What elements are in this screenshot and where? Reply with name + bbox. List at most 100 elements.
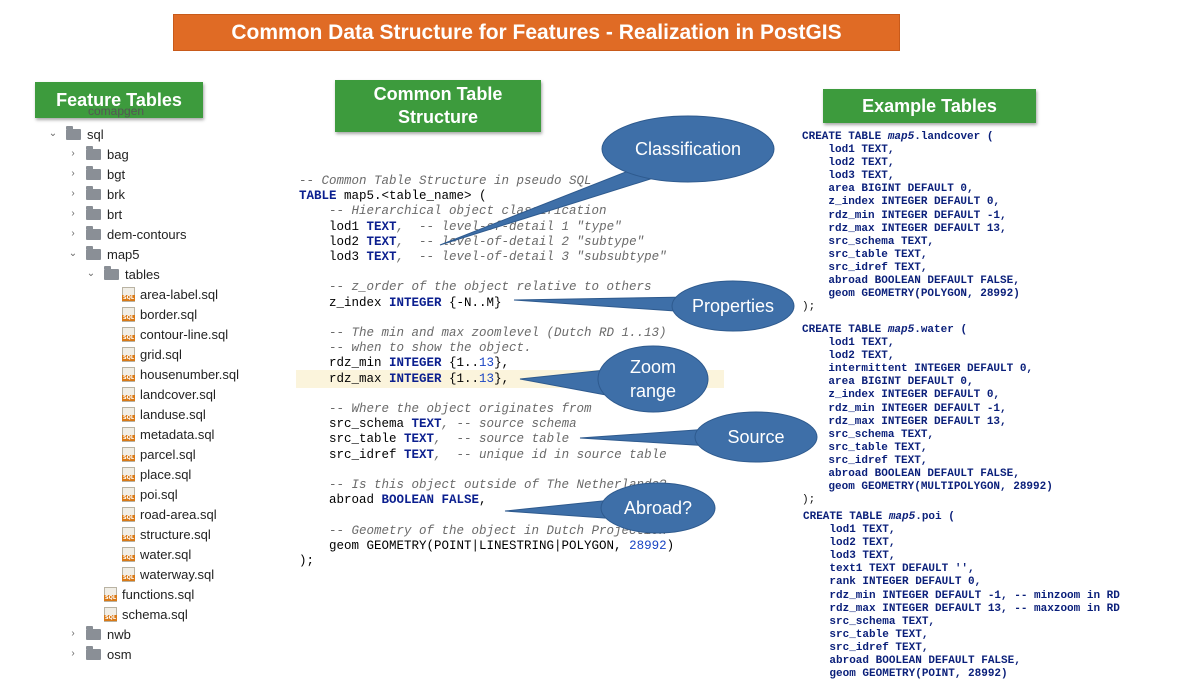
tree-item-file[interactable]: SQL road-area.sql (122, 504, 217, 524)
sql-badge: SQL (122, 554, 136, 561)
sql-badge: SQL (122, 314, 136, 321)
chevron-right-icon[interactable]: › (68, 229, 78, 239)
code-fragment: rdz_max INTEGER DEFAULT 13, (802, 415, 1007, 428)
chevron-right-icon[interactable]: › (68, 169, 78, 179)
code-fragment: z_index INTEGER DEFAULT 0, (802, 196, 1001, 209)
tree-item-map5[interactable]: ⌄ map5 (68, 244, 140, 264)
sql-badge: SQL (122, 394, 136, 401)
tree-item-label: housenumber.sql (140, 366, 240, 382)
chevron-down-icon[interactable]: ⌄ (68, 249, 78, 259)
sql-badge: SQL (122, 454, 136, 461)
code-fragment: intermittent INTEGER DEFAULT 0, (802, 363, 1034, 376)
code-fragment: rank INTEGER DEFAULT 0, (803, 576, 982, 589)
sql-file-icon: SQL (104, 606, 118, 622)
tree-item-file[interactable]: SQL functions.sql (104, 584, 194, 604)
sql-badge: SQL (122, 414, 136, 421)
tree-item-label: contour-line.sql (140, 326, 229, 342)
code-fragment: map5 (888, 511, 916, 523)
code-fragment: .landcover ( (914, 131, 994, 143)
tree-item-file[interactable]: SQL area-label.sql (122, 284, 218, 304)
tree-item-folder[interactable]: › osm (68, 644, 132, 664)
tree-item-file[interactable]: SQL water.sql (122, 544, 191, 564)
code-fragment: rdz_min INTEGER DEFAULT -1, (802, 209, 1007, 222)
code-fragment: lod2 TEXT, (802, 157, 895, 170)
folder-icon (104, 265, 119, 280)
code-fragment: rdz_max INTEGER DEFAULT 13, (802, 222, 1007, 235)
tree-item-file[interactable]: SQL border.sql (122, 304, 197, 324)
page-title-banner: Common Data Structure for Features - Rea… (173, 14, 900, 51)
code-fragment: area BIGINT DEFAULT 0, (802, 376, 974, 389)
chevron-right-icon[interactable]: › (68, 629, 78, 639)
tree-item-label: waterway.sql (140, 566, 215, 582)
tree-item-folder[interactable]: › brt (68, 204, 122, 224)
sql-file-icon: SQL (122, 306, 136, 322)
code-fragment: lod1 TEXT, (802, 337, 895, 350)
code-fragment: lod1 TEXT, (803, 524, 896, 537)
tree-item-folder[interactable]: › dem-contours (68, 224, 186, 244)
tree-item-folder[interactable]: › bgt (68, 164, 125, 184)
code-fragment: lod1 TEXT, (802, 144, 895, 157)
tree-item-sql[interactable]: ⌄ sql (48, 124, 104, 144)
chevron-right-icon[interactable]: › (68, 149, 78, 159)
code-fragment: src_table TEXT, (803, 628, 929, 641)
code-fragment: CREATE TABLE (803, 511, 889, 523)
tree-item-file[interactable]: SQL place.sql (122, 464, 191, 484)
tree-item-label: parcel.sql (140, 446, 196, 462)
chevron-right-icon[interactable]: › (68, 189, 78, 199)
chevron-down-icon[interactable]: ⌄ (48, 129, 58, 139)
code-fragment: src_table TEXT, (802, 441, 928, 454)
chevron-right-icon[interactable]: › (68, 649, 78, 659)
tree-item-partial[interactable]: comapgen (88, 108, 144, 118)
sql-file-icon: SQL (122, 286, 136, 302)
tree-item-file[interactable]: SQL structure.sql (122, 524, 211, 544)
tree-item-file[interactable]: SQL parcel.sql (122, 444, 196, 464)
chevron-right-icon[interactable]: › (68, 209, 78, 219)
tree-item-file[interactable]: SQL landcover.sql (122, 384, 216, 404)
callout-classification: Classification (634, 139, 742, 159)
sql-file-icon: SQL (122, 366, 136, 382)
tree-item-label: poi.sql (140, 486, 178, 502)
chevron-down-icon[interactable]: ⌄ (86, 269, 96, 279)
code-fragment: geom GEOMETRY(POINT, 28992) (803, 668, 1008, 681)
tree-item-file[interactable]: SQL poi.sql (122, 484, 178, 504)
tree-item-label: brk (107, 186, 126, 202)
tree-item-file[interactable]: SQL schema.sql (104, 604, 188, 624)
tree-item-label: dem-contours (107, 226, 187, 242)
tree-item-file[interactable]: SQL housenumber.sql (122, 364, 239, 384)
sql-badge: SQL (122, 354, 136, 361)
sql-file-icon: SQL (122, 446, 136, 462)
sql-badge: SQL (104, 614, 118, 621)
tree-item-folder[interactable]: › nwb (68, 624, 131, 644)
code-fragment: ); (802, 494, 816, 507)
code-fragment: rdz_min INTEGER DEFAULT -1, (802, 402, 1007, 415)
tree-item-tables[interactable]: ⌄ tables (86, 264, 160, 284)
code-fragment: src_idref TEXT, (802, 261, 928, 274)
sql-badge: SQL (122, 434, 136, 441)
tree-item-label: road-area.sql (140, 506, 217, 522)
code-fragment: area BIGINT DEFAULT 0, (802, 183, 974, 196)
example-landcover-code: CREATE TABLE map5.landcover ( lod1 TEXT,… (802, 131, 1020, 314)
callout-zoom-range: Zoom range (629, 357, 677, 401)
tree-item-file[interactable]: SQL metadata.sql (122, 424, 214, 444)
tree-item-folder[interactable]: › bag (68, 144, 129, 164)
code-fragment: lod2 TEXT, (802, 350, 895, 363)
tree-item-folder[interactable]: › brk (68, 184, 125, 204)
code-fragment: map5 (887, 324, 915, 336)
code-fragment: src_table TEXT, (802, 248, 928, 261)
code-fragment: text1 TEXT DEFAULT '', (803, 563, 975, 576)
sql-file-icon: SQL (122, 486, 136, 502)
tree-item-label: landcover.sql (140, 386, 216, 402)
folder-icon (86, 185, 101, 200)
sql-badge: SQL (104, 594, 118, 601)
tree-item-label: water.sql (140, 546, 192, 562)
code-fragment: src_idref TEXT, (803, 641, 929, 654)
tree-item-file[interactable]: SQL contour-line.sql (122, 324, 228, 344)
code-fragment: .water ( (914, 324, 968, 336)
code-fragment: src_schema TEXT, (802, 235, 935, 248)
tree-item-file[interactable]: SQL waterway.sql (122, 564, 214, 584)
sql-badge: SQL (122, 334, 136, 341)
tree-item-file[interactable]: SQL grid.sql (122, 344, 182, 364)
tree-item-label: functions.sql (122, 586, 195, 602)
folder-icon (86, 205, 101, 220)
tree-item-file[interactable]: SQL landuse.sql (122, 404, 206, 424)
